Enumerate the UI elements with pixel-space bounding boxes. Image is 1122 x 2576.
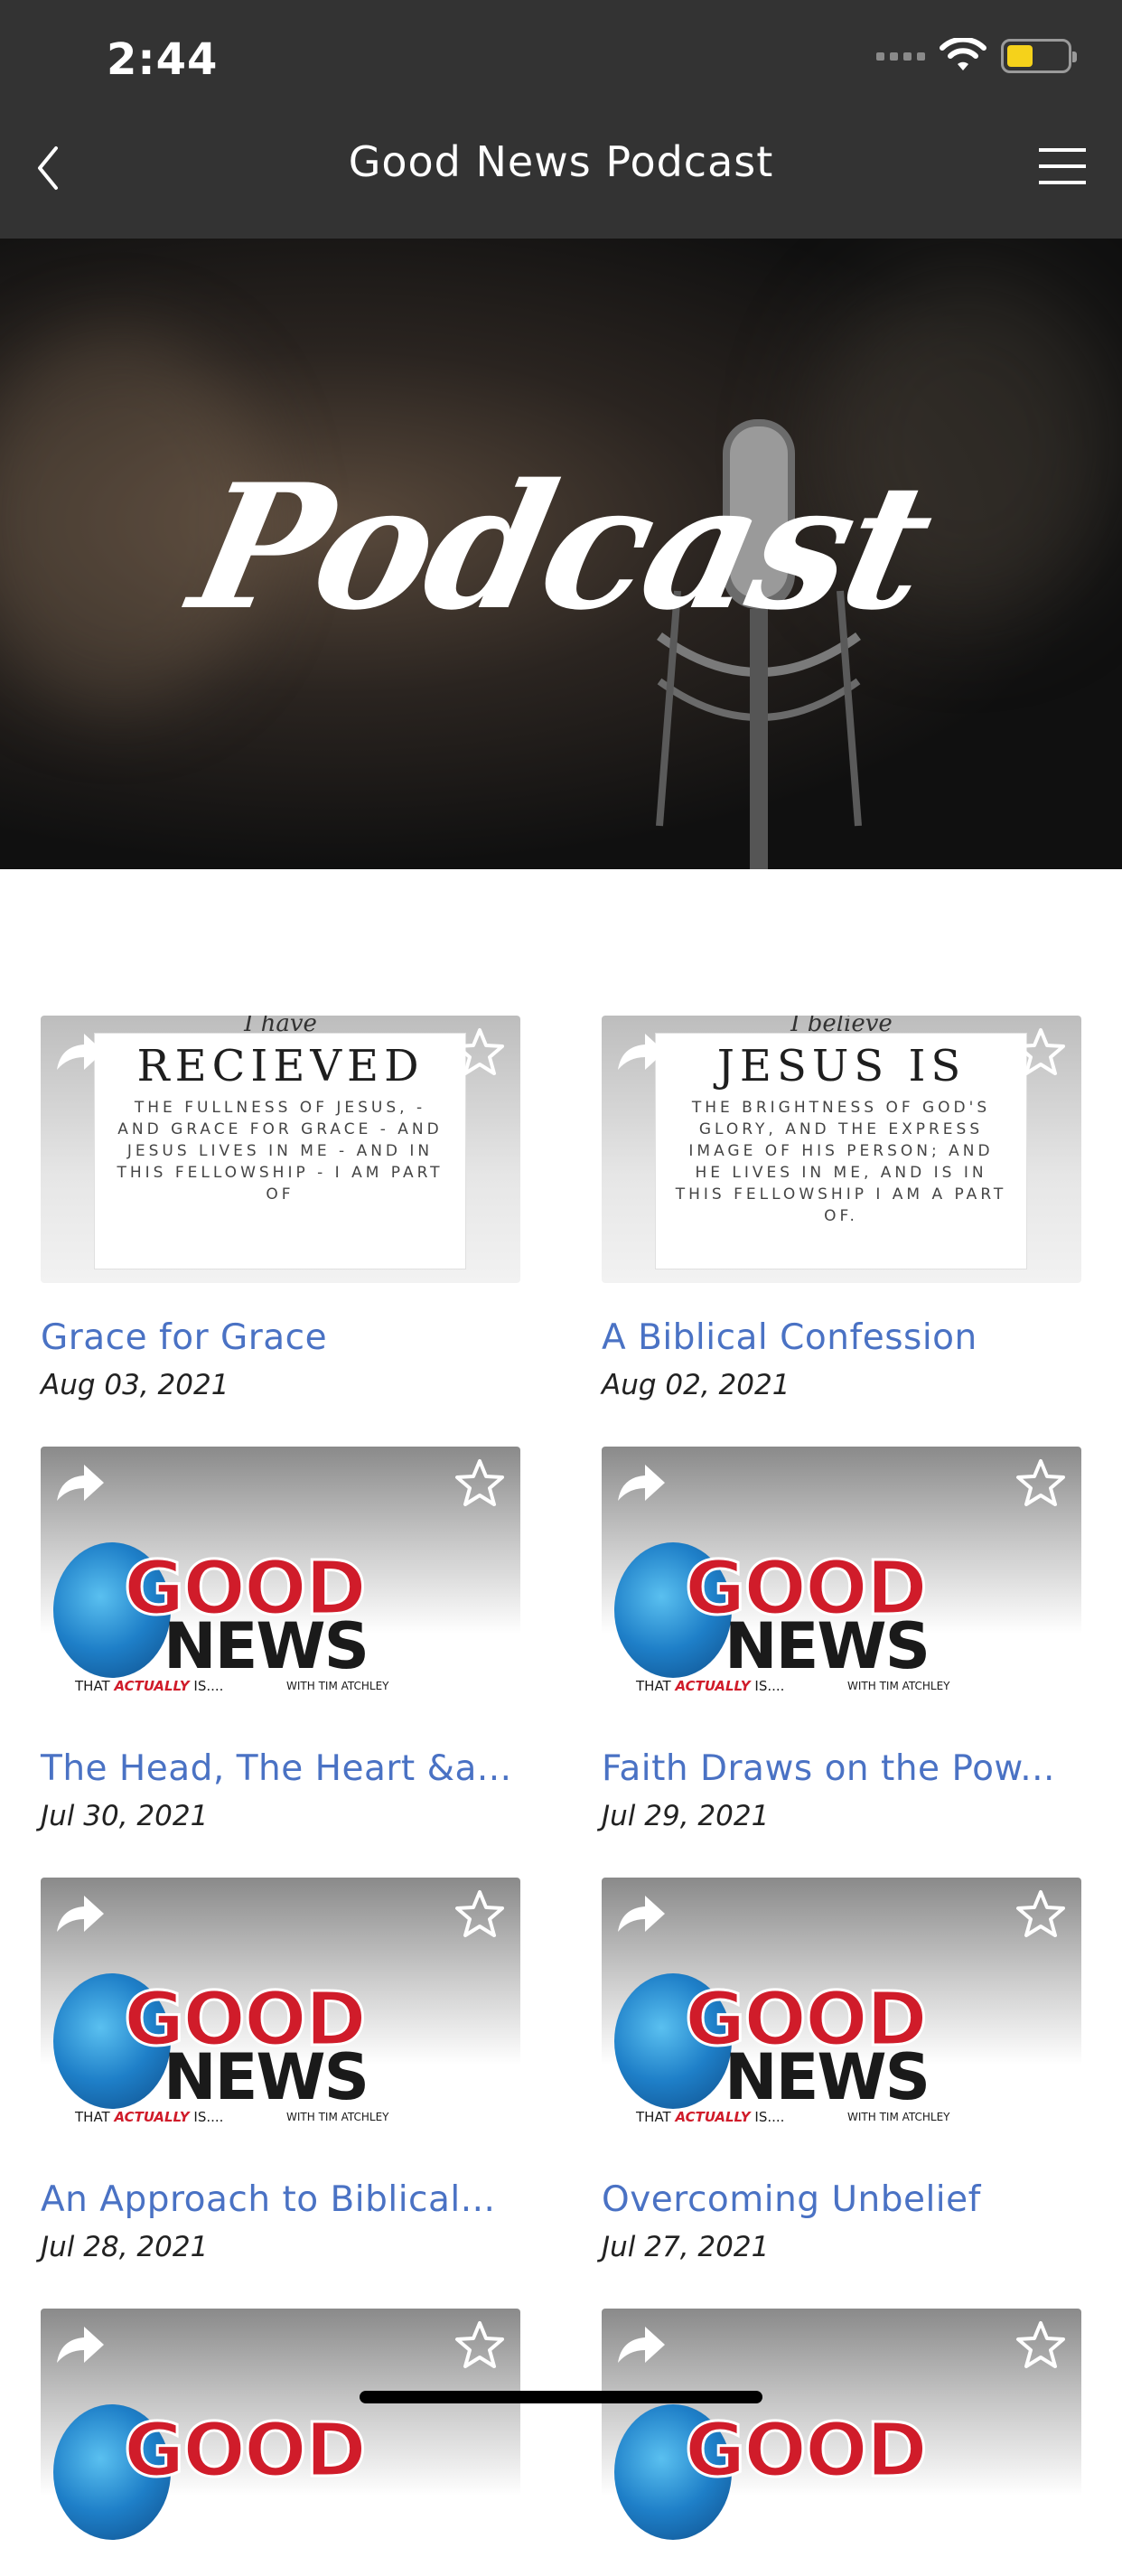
episode-title[interactable]: A Biblical Confession [602, 1317, 1081, 1358]
episode-thumbnail[interactable]: GOOD NEWS THAT ACTUALLY IS.... WITH TIM … [41, 1878, 520, 2145]
episode-thumbnail[interactable]: GOOD NEWS THAT ACTUALLY IS.... WITH TIM … [602, 1447, 1081, 1714]
battery-icon [1001, 39, 1077, 73]
home-indicator[interactable] [360, 2391, 762, 2403]
share-arrow-icon[interactable] [53, 1459, 108, 1506]
logo-tagline: THAT ACTUALLY IS.... [75, 2109, 224, 2125]
episode-card[interactable]: GOOD NEWS THAT ACTUALLY IS.... WITH TIM … [41, 1878, 520, 2263]
episode-thumbnail[interactable]: I have RECIEVED THE FULLNESS OF JESUS, -… [41, 1016, 520, 1283]
thumb-body: THE BRIGHTNESS OF GOD'S GLORY, AND THE E… [675, 1099, 1007, 1225]
thumb-body: THE FULLNESS OF JESUS, - AND GRACE FOR G… [117, 1099, 444, 1204]
episode-card[interactable]: GOOD [41, 2309, 520, 2576]
episode-date: Aug 03, 2021 [41, 1369, 229, 1401]
logo-good-text: GOOD [684, 2407, 930, 2496]
share-arrow-icon[interactable] [614, 1028, 669, 1075]
cellular-signal-icon [876, 52, 925, 61]
thumb-heading: RECIEVED [136, 1041, 425, 1091]
logo-tagline: THAT ACTUALLY IS.... [636, 2109, 785, 2125]
episode-title[interactable]: The Head, The Heart &a... [41, 1748, 520, 1789]
logo-news-text: NEWS [725, 2040, 930, 2114]
episode-thumbnail[interactable]: GOOD [602, 2309, 1081, 2576]
page-title: Good News Podcast [348, 137, 774, 186]
logo-news-text: NEWS [164, 1609, 369, 1683]
star-outline-icon[interactable] [453, 2319, 506, 2370]
share-arrow-icon[interactable] [614, 1459, 669, 1506]
star-outline-icon[interactable] [453, 1026, 506, 1077]
logo-news-text: NEWS [725, 1609, 930, 1683]
logo-with-text: WITH TIM ATCHLEY [286, 1680, 389, 1692]
share-arrow-icon[interactable] [53, 1890, 108, 1937]
hamburger-menu-icon[interactable] [1039, 148, 1089, 184]
thumb-script-text: I believe [790, 1016, 893, 1037]
episode-card[interactable]: GOOD NEWS THAT ACTUALLY IS.... WITH TIM … [602, 1878, 1081, 2263]
episode-title[interactable]: Grace for Grace [41, 1317, 520, 1358]
share-arrow-icon[interactable] [53, 1028, 108, 1075]
wifi-icon [940, 38, 986, 70]
episode-card[interactable]: GOOD NEWS THAT ACTUALLY IS.... WITH TIM … [602, 1447, 1081, 1832]
star-outline-icon[interactable] [1014, 1888, 1067, 1939]
logo-good-text: GOOD [123, 2407, 369, 2496]
star-outline-icon[interactable] [1014, 1026, 1067, 1077]
thumb-script-text: I have [244, 1016, 317, 1037]
episode-date: Jul 30, 2021 [41, 1800, 209, 1832]
episode-thumbnail[interactable]: GOOD NEWS THAT ACTUALLY IS.... WITH TIM … [41, 1447, 520, 1714]
episode-card[interactable]: GOOD NEWS THAT ACTUALLY IS.... WITH TIM … [41, 1447, 520, 1832]
logo-news-text: NEWS [164, 2040, 369, 2114]
logo-with-text: WITH TIM ATCHLEY [847, 1680, 950, 1692]
hero-banner: Podcast [0, 239, 1122, 869]
share-arrow-icon[interactable] [614, 2321, 669, 2368]
star-outline-icon[interactable] [453, 1888, 506, 1939]
logo-with-text: WITH TIM ATCHLEY [847, 2111, 950, 2123]
episode-card[interactable]: I have RECIEVED THE FULLNESS OF JESUS, -… [41, 1016, 520, 1401]
episode-thumbnail[interactable]: I believe JESUS IS THE BRIGHTNESS OF GOD… [602, 1016, 1081, 1283]
share-arrow-icon[interactable] [614, 1890, 669, 1937]
thumb-heading: JESUS IS [716, 1041, 967, 1091]
status-time: 2:44 [107, 34, 219, 85]
hero-title: Podcast [176, 446, 946, 648]
episode-date: Jul 29, 2021 [602, 1800, 770, 1832]
top-bar: 2:44 Good News Podcast [0, 0, 1122, 239]
share-arrow-icon[interactable] [53, 2321, 108, 2368]
star-outline-icon[interactable] [1014, 2319, 1067, 2370]
episode-thumbnail[interactable]: GOOD NEWS THAT ACTUALLY IS.... WITH TIM … [602, 1878, 1081, 2145]
logo-with-text: WITH TIM ATCHLEY [286, 2111, 389, 2123]
status-indicators [876, 38, 1077, 74]
star-outline-icon[interactable] [1014, 1457, 1067, 1508]
episode-date: Jul 28, 2021 [41, 2231, 209, 2263]
logo-tagline: THAT ACTUALLY IS.... [75, 1678, 224, 1694]
episode-thumbnail[interactable]: GOOD [41, 2309, 520, 2576]
episode-date: Jul 27, 2021 [602, 2231, 770, 2263]
logo-tagline: THAT ACTUALLY IS.... [636, 1678, 785, 1694]
episode-title[interactable]: An Approach to Biblical... [41, 2179, 520, 2220]
episode-card[interactable]: GOOD [602, 2309, 1081, 2576]
episode-card[interactable]: I believe JESUS IS THE BRIGHTNESS OF GOD… [602, 1016, 1081, 1401]
episode-date: Aug 02, 2021 [602, 1369, 790, 1401]
episode-title[interactable]: Overcoming Unbelief [602, 2179, 1081, 2220]
episode-title[interactable]: Faith Draws on the Pow... [602, 1748, 1081, 1789]
star-outline-icon[interactable] [453, 1457, 506, 1508]
